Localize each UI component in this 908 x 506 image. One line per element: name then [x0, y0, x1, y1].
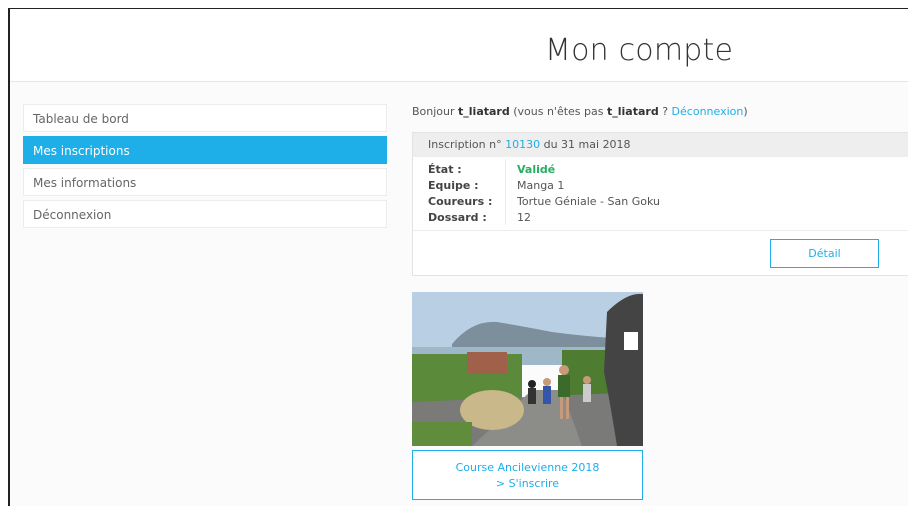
registration-card: Inscription n° 10130 du 31 mai 2018 État… — [412, 132, 908, 276]
greeting-text: Bonjour t_liatard (vous n'êtes pas t_lia… — [412, 105, 748, 118]
runners-value: Tortue Géniale - San Goku — [517, 195, 660, 208]
registration-number-link[interactable]: 10130 — [505, 138, 540, 151]
page-header: Mon compte — [10, 9, 908, 82]
greeting-question: ? — [662, 105, 669, 118]
greeting-not-user: (vous n'êtes pas — [513, 105, 604, 118]
team-value: Manga 1 — [517, 179, 565, 192]
bib-label: Dossard : — [428, 211, 487, 224]
registration-details: État : Validé Equipe : Manga 1 Coureurs … — [413, 157, 908, 229]
sidebar-item-information[interactable]: Mes informations — [23, 168, 387, 196]
detail-button[interactable]: Détail — [770, 239, 879, 268]
team-label: Equipe : — [428, 179, 479, 192]
registration-header-prefix: Inscription n° — [428, 138, 502, 151]
sidebar-item-logout[interactable]: Déconnexion — [23, 200, 387, 228]
runners-label: Coureurs : — [428, 195, 493, 208]
race-signup-card[interactable]: Course Ancilevienne 2018 > S'inscrire — [412, 450, 643, 500]
race-photo-image — [412, 292, 643, 446]
page-title: Mon compte — [545, 33, 734, 68]
greeting-close-paren: ) — [743, 105, 748, 118]
greeting-username: t_liatard — [458, 105, 510, 118]
greeting-not-user-name: t_liatard — [607, 105, 659, 118]
registration-header: Inscription n° 10130 du 31 mai 2018 — [413, 133, 908, 157]
details-divider — [505, 159, 506, 225]
account-sidebar: Tableau de bord Mes inscriptions Mes inf… — [23, 104, 387, 232]
race-signup-link[interactable]: > S'inscrire — [413, 476, 642, 492]
greeting-logout-link[interactable]: Déconnexion — [672, 105, 744, 118]
status-value: Validé — [517, 163, 556, 176]
race-name[interactable]: Course Ancilevienne 2018 — [413, 460, 642, 476]
card-separator — [413, 230, 908, 231]
status-label: État : — [428, 163, 462, 176]
sidebar-item-dashboard[interactable]: Tableau de bord — [23, 104, 387, 132]
sidebar-item-registrations[interactable]: Mes inscriptions — [23, 136, 387, 164]
registration-date: du 31 mai 2018 — [543, 138, 631, 151]
bib-value: 12 — [517, 211, 531, 224]
greeting-hello: Bonjour — [412, 105, 455, 118]
race-photo[interactable] — [412, 292, 643, 446]
